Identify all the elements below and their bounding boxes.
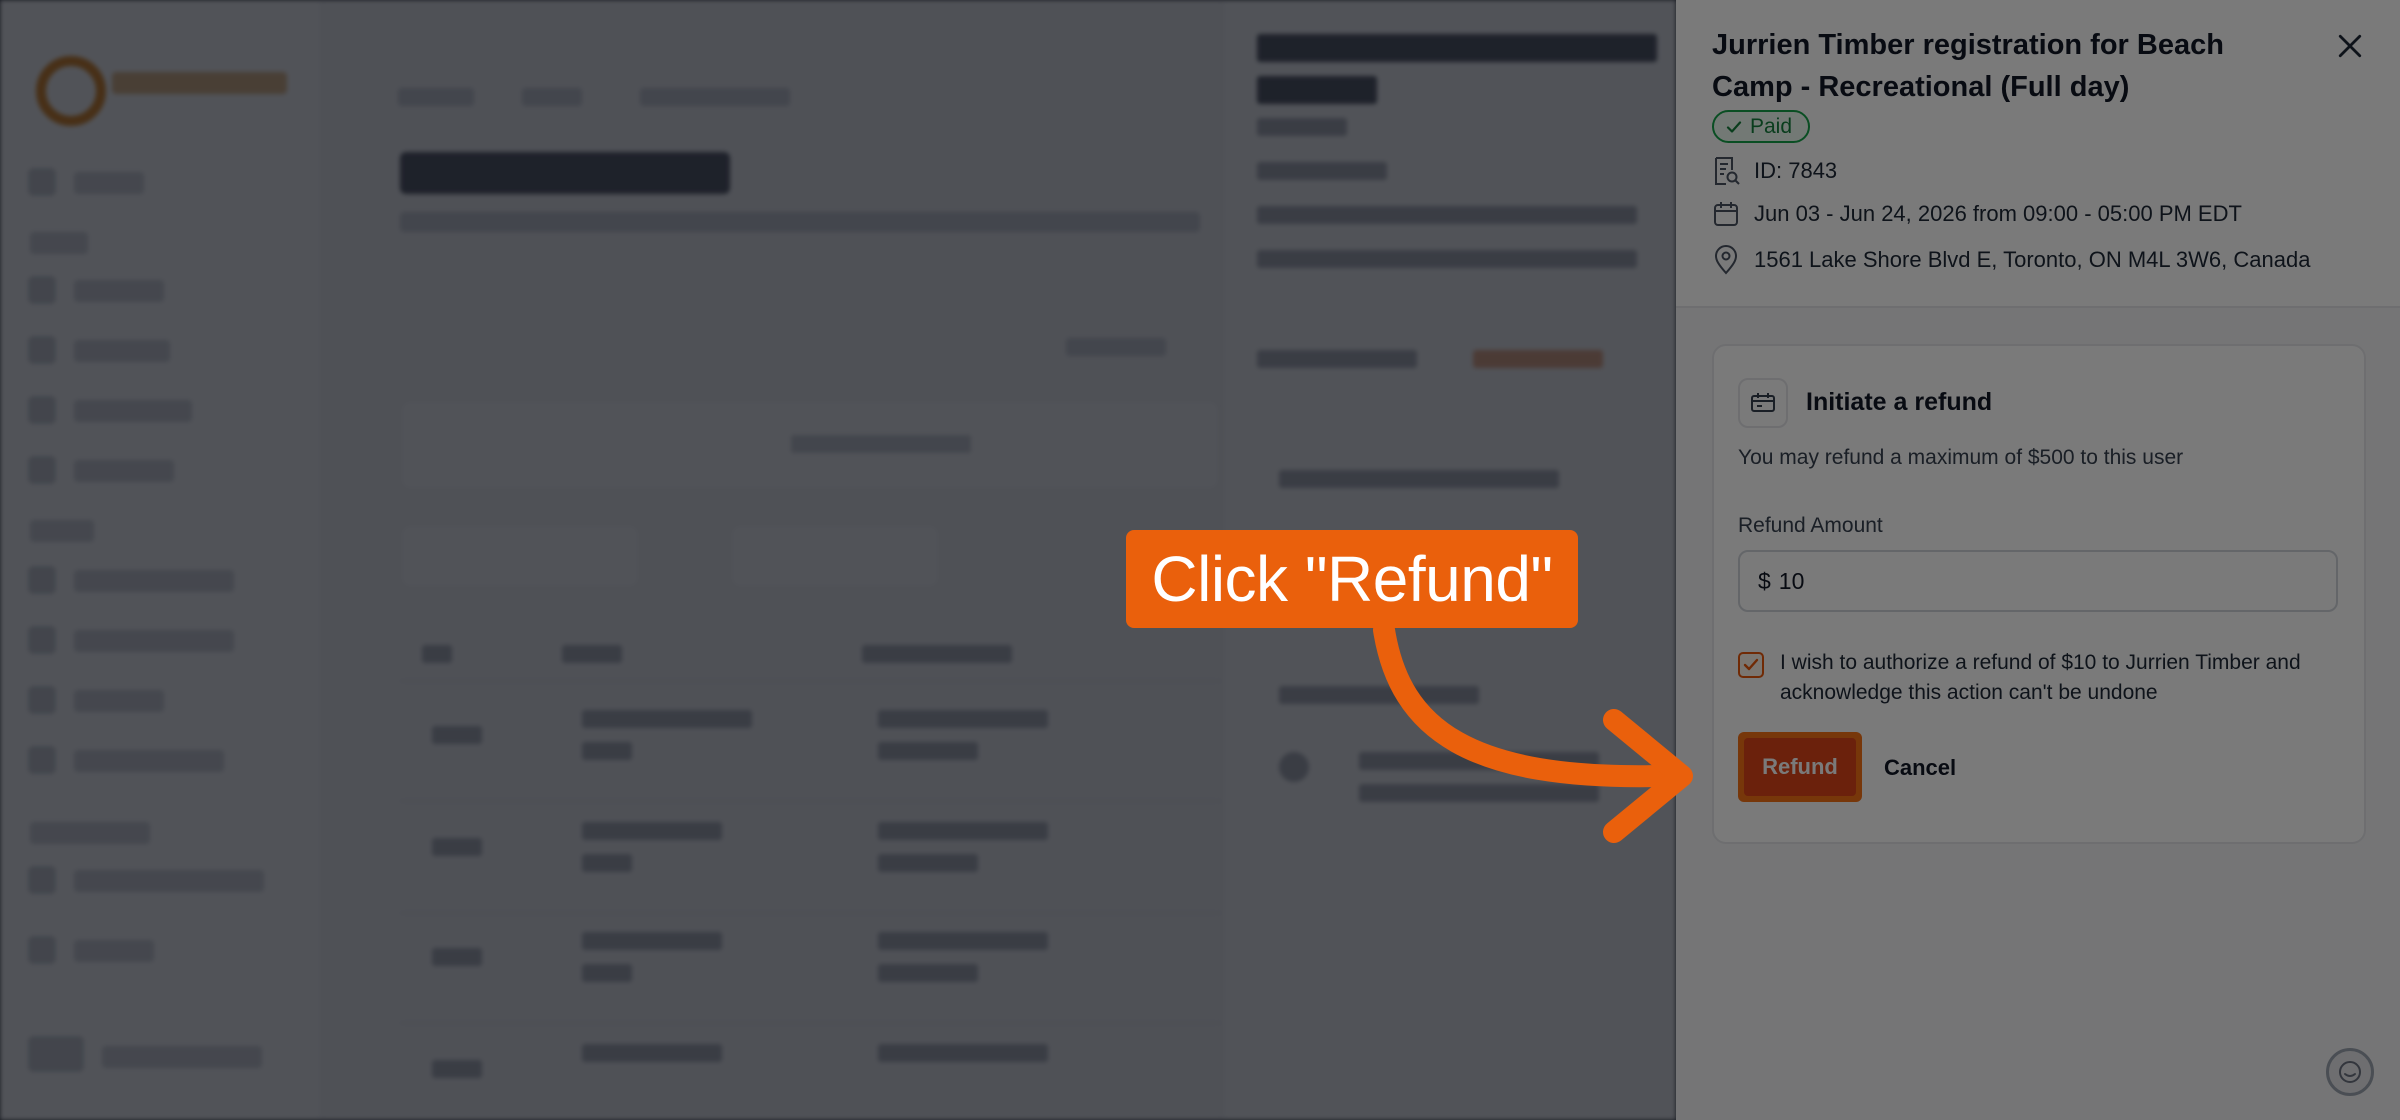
refund-amount-label: Refund Amount [1738, 514, 1883, 537]
check-icon [1743, 658, 1759, 671]
registration-schedule-text: Jun 03 - Jun 24, 2026 from 09:00 - 05:00… [1754, 201, 2242, 226]
refund-icon-box [1738, 378, 1788, 428]
refund-amount-field: $ [1738, 550, 2338, 612]
check-icon [1726, 120, 1742, 133]
status-badge-label: Paid [1750, 114, 1793, 138]
drawer-title: Jurrien Timber registration for Beach Ca… [1712, 29, 2224, 103]
chat-support-icon [2339, 1061, 2361, 1083]
refund-card: Initiate a refund You may refund a maxim… [1712, 344, 2366, 844]
cancel-button[interactable]: Cancel [1884, 748, 1956, 788]
refund-consent-text: I wish to authorize a refund of $10 to J… [1780, 651, 2301, 704]
refund-limit-note: You may refund a maximum of $500 to this… [1738, 446, 2184, 469]
registration-schedule: Jun 03 - Jun 24, 2026 from 09:00 - 05:00… [1712, 200, 2242, 228]
refund-consent: I wish to authorize a refund of $10 to J… [1738, 648, 2338, 708]
chat-support-button[interactable] [2326, 1048, 2374, 1096]
registration-location: 1561 Lake Shore Blvd E, Toronto, ON M4L … [1712, 245, 2310, 275]
registration-id-text: ID: 7843 [1754, 158, 1838, 183]
registration-id: ID: 7843 [1712, 156, 1837, 186]
close-button[interactable] [2330, 26, 2370, 66]
registration-drawer: Jurrien Timber registration for Beach Ca… [1676, 0, 2400, 1120]
currency-symbol: $ [1758, 567, 1771, 594]
refund-consent-checkbox[interactable] [1738, 652, 1764, 678]
registration-location-text: 1561 Lake Shore Blvd E, Toronto, ON M4L … [1754, 247, 2311, 272]
callout-arrow [1373, 619, 1693, 843]
refund-heading: Initiate a refund [1806, 388, 1993, 416]
map-pin-icon [1714, 245, 1738, 275]
status-badge: Paid [1712, 110, 1811, 143]
refund-ticket-icon [1751, 393, 1775, 412]
refund-button[interactable]: Refund [1738, 732, 1862, 802]
refund-amount-input[interactable] [1778, 567, 2299, 595]
drawer-header: Jurrien Timber registration for Beach Ca… [1676, 0, 2400, 308]
close-icon [2338, 34, 2362, 58]
calendar-icon [1714, 202, 1738, 226]
refund-button-label: Refund [1744, 738, 1856, 796]
receipt-search-icon [1715, 157, 1740, 185]
